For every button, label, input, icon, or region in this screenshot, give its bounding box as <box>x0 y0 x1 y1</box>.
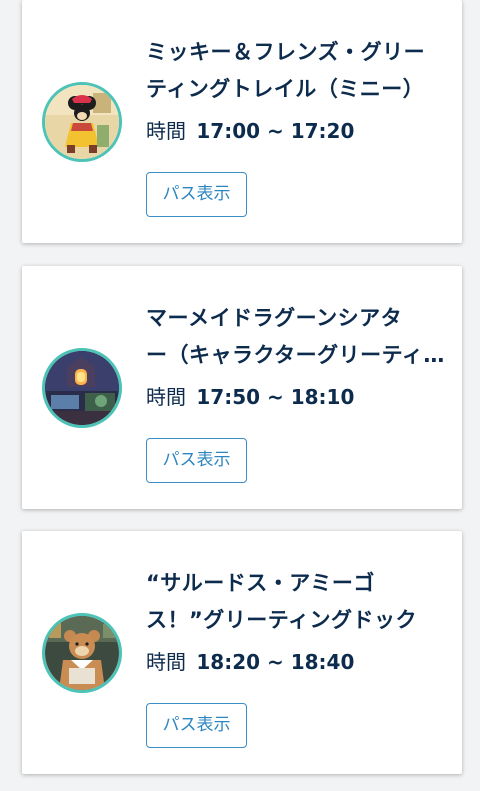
time-value: 17:50 ~ 18:10 <box>196 385 355 409</box>
title-line-1: “サルードス・アミーゴ <box>146 571 375 595</box>
show-pass-button[interactable]: パス表示 <box>146 172 247 217</box>
duffy-bear-avatar-icon <box>42 613 122 693</box>
time-row: 時間 17:00 ~ 17:20 <box>146 115 354 147</box>
title-line-1: マーメイドラグーンシアタ <box>146 306 403 330</box>
time-value: 17:00 ~ 17:20 <box>196 119 355 143</box>
mermaid-lagoon-theater-avatar-icon <box>42 348 122 428</box>
greeting-pass-card: “サルードス・アミーゴ ス！”グリーティングドック 時間 18:20 ~ 18:… <box>22 531 462 774</box>
time-label: 時間 <box>146 385 186 409</box>
time-value: 18:20 ~ 18:40 <box>196 650 355 674</box>
time-row: 時間 17:50 ~ 18:10 <box>146 381 354 413</box>
attraction-title: “サルードス・アミーゴ ス！”グリーティングドック <box>146 565 446 639</box>
show-pass-button[interactable]: パス表示 <box>146 703 247 748</box>
title-line-2: ス！”グリーティングドック <box>146 608 418 632</box>
minnie-mouse-avatar-icon <box>42 82 122 162</box>
title-line-1: ミッキー＆フレンズ・グリー <box>146 40 426 64</box>
attraction-title: マーメイドラグーンシアタ ー（キャラクターグリーティ… <box>146 300 446 374</box>
time-row: 時間 18:20 ~ 18:40 <box>146 646 354 678</box>
time-label: 時間 <box>146 119 186 143</box>
greeting-pass-card: ミッキー＆フレンズ・グリー ティングトレイル（ミニー） 時間 17:00 ~ 1… <box>22 0 462 243</box>
show-pass-button[interactable]: パス表示 <box>146 438 247 483</box>
greeting-pass-card: マーメイドラグーンシアタ ー（キャラクターグリーティ… 時間 17:50 ~ 1… <box>22 266 462 509</box>
attraction-title: ミッキー＆フレンズ・グリー ティングトレイル（ミニー） <box>146 34 446 108</box>
title-line-2: ー（キャラクターグリーティ… <box>146 343 445 367</box>
title-line-2: ティングトレイル（ミニー） <box>146 77 425 101</box>
time-label: 時間 <box>146 650 186 674</box>
